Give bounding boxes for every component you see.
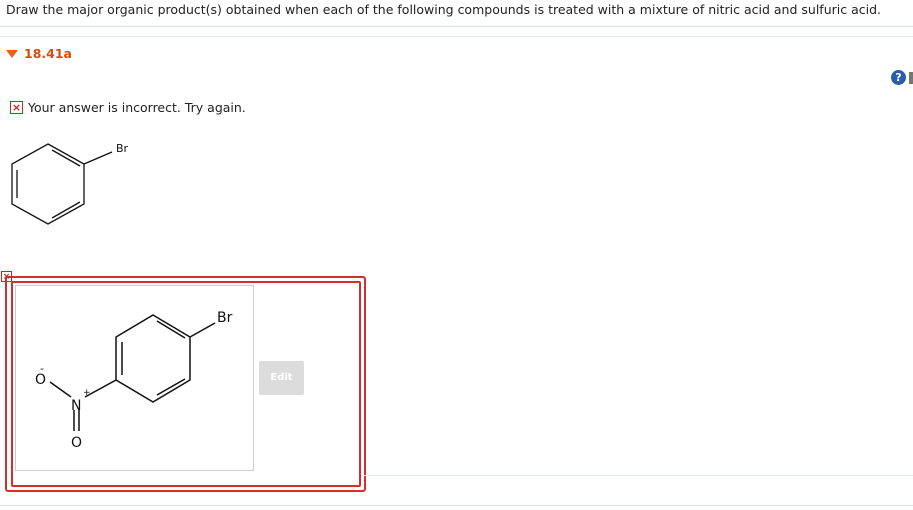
part-label: 18.41a	[24, 46, 72, 61]
question-text: Draw the major organic product(s) obtain…	[6, 2, 881, 17]
divider	[361, 475, 913, 476]
divider	[0, 505, 913, 506]
product-structure[interactable]: Br N + O - O	[15, 285, 254, 471]
divider	[0, 26, 913, 27]
product-o-double-label: O	[71, 435, 82, 451]
edit-button[interactable]: Edit	[259, 361, 304, 395]
triangle-down-icon[interactable]	[6, 49, 18, 58]
incorrect-x-icon: ×	[10, 101, 23, 114]
product-minus-charge: -	[40, 362, 44, 375]
divider	[0, 36, 913, 37]
part-header[interactable]: 18.41a	[6, 46, 72, 61]
help-tail	[909, 72, 913, 84]
feedback-text: Your answer is incorrect. Try again.	[28, 100, 246, 115]
product-benzene-ring	[115, 314, 191, 403]
feedback-message: × Your answer is incorrect. Try again.	[10, 100, 246, 115]
benzene-ring	[11, 143, 85, 225]
product-n-label: N	[71, 398, 81, 414]
reactant-structure: Br	[11, 142, 129, 225]
product-plus-charge: +	[83, 388, 91, 398]
product-br-label: Br	[217, 310, 233, 326]
help-icon[interactable]: ?	[891, 70, 906, 85]
reactant-substituent-label: Br	[116, 142, 129, 155]
